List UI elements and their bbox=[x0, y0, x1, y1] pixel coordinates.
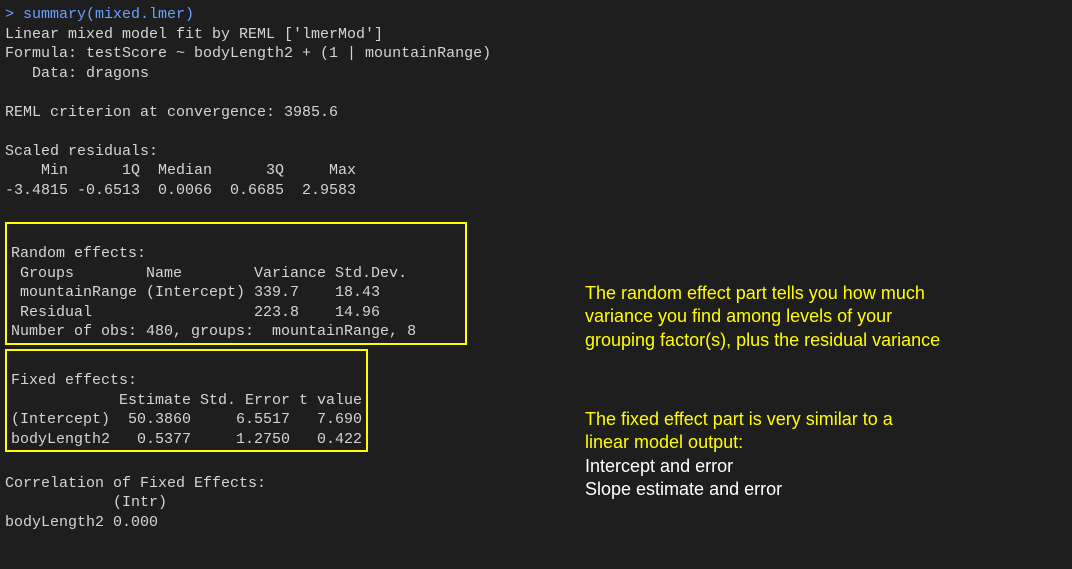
random-effects-title: Random effects: bbox=[11, 245, 146, 262]
fixed-effects-line2: bodyLength2 0.5377 1.2750 0.422 bbox=[11, 431, 362, 448]
random-effects-box: Random effects: Groups Name Variance Std… bbox=[5, 222, 467, 345]
correlation-title: Correlation of Fixed Effects: bbox=[5, 474, 1067, 494]
correlation-line1: bodyLength2 0.000 bbox=[5, 513, 1067, 533]
blank-line bbox=[5, 200, 1067, 220]
annotation-text: linear model output: bbox=[585, 431, 893, 454]
model-data: Data: dragons bbox=[5, 64, 1067, 84]
command-prompt: > summary(mixed.lmer) bbox=[5, 5, 1067, 25]
random-effects-header: Groups Name Variance Std.Dev. bbox=[11, 265, 407, 282]
random-effects-line2: Residual 223.8 14.96 bbox=[11, 304, 380, 321]
annotation-text: variance you find among levels of your bbox=[585, 305, 940, 328]
console-output: > summary(mixed.lmer) Linear mixed model… bbox=[5, 5, 1067, 532]
annotation-text: The fixed effect part is very similar to… bbox=[585, 408, 893, 431]
annotation-text: The random effect part tells you how muc… bbox=[585, 282, 940, 305]
annotation-text: Intercept and error bbox=[585, 455, 893, 478]
model-formula: Formula: testScore ~ bodyLength2 + (1 | … bbox=[5, 44, 1067, 64]
random-effects-obs: Number of obs: 480, groups: mountainRang… bbox=[11, 323, 416, 340]
residuals-header: Min 1Q Median 3Q Max bbox=[5, 161, 1067, 181]
fixed-effects-line1: (Intercept) 50.3860 6.5517 7.690 bbox=[11, 411, 362, 428]
blank-line bbox=[5, 454, 1067, 474]
random-effects-annotation: The random effect part tells you how muc… bbox=[585, 282, 940, 352]
fixed-effects-header: Estimate Std. Error t value bbox=[11, 392, 362, 409]
fixed-effects-box: Fixed effects: Estimate Std. Error t val… bbox=[5, 349, 368, 453]
correlation-header: (Intr) bbox=[5, 493, 1067, 513]
blank-line bbox=[5, 122, 1067, 142]
model-header-line1: Linear mixed model fit by REML ['lmerMod… bbox=[5, 25, 1067, 45]
fixed-effects-annotation: The fixed effect part is very similar to… bbox=[585, 408, 893, 502]
fixed-effects-title: Fixed effects: bbox=[11, 372, 137, 389]
annotation-text: Slope estimate and error bbox=[585, 478, 893, 501]
reml-criterion: REML criterion at convergence: 3985.6 bbox=[5, 103, 1067, 123]
residuals-values: -3.4815 -0.6513 0.0066 0.6685 2.9583 bbox=[5, 181, 1067, 201]
random-effects-line1: mountainRange (Intercept) 339.7 18.43 bbox=[11, 284, 380, 301]
blank-line bbox=[5, 83, 1067, 103]
annotation-text: grouping factor(s), plus the residual va… bbox=[585, 329, 940, 352]
residuals-title: Scaled residuals: bbox=[5, 142, 1067, 162]
